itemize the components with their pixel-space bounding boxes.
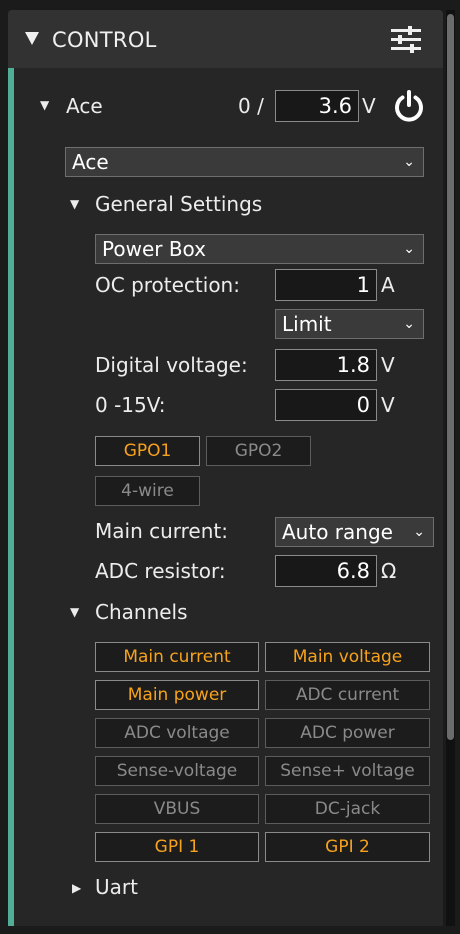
channel-toggle[interactable]: ADC power xyxy=(265,718,430,748)
four-wire-toggle[interactable]: 4-wire xyxy=(95,476,200,506)
mode-select-value: Power Box xyxy=(102,237,207,261)
gpo1-toggle[interactable]: GPO1 xyxy=(95,436,200,466)
digital-voltage-input[interactable]: 1.8 xyxy=(275,349,377,381)
chevron-down-icon: ⌄ xyxy=(403,316,415,332)
oc-mode-select-value: Limit xyxy=(282,312,332,336)
voltage-prefix: 0 / xyxy=(238,94,264,118)
device-expand-icon[interactable]: ▼ xyxy=(40,98,49,112)
channel-toggle[interactable]: VBUS xyxy=(95,794,259,824)
collapse-triangle-icon[interactable] xyxy=(24,30,40,50)
main-current-label: Main current: xyxy=(95,519,228,543)
channel-toggle[interactable]: Sense+ voltage xyxy=(265,756,430,786)
gpo2-toggle[interactable]: GPO2 xyxy=(206,436,311,466)
adc-resistor-unit: Ω xyxy=(381,559,397,583)
power-icon[interactable] xyxy=(392,89,426,127)
main-current-select-value: Auto range xyxy=(282,520,393,544)
device-select[interactable]: Ace ⌄ xyxy=(65,147,424,177)
channel-toggle[interactable]: Main voltage xyxy=(265,642,430,672)
uart-expand-icon[interactable]: ▶ xyxy=(72,881,81,895)
range-voltage-input[interactable]: 0 xyxy=(275,389,377,421)
oc-protection-input[interactable]: 1 xyxy=(275,269,377,301)
mode-select[interactable]: Power Box ⌄ xyxy=(95,234,424,264)
oc-protection-unit: A xyxy=(381,273,395,297)
main-current-select[interactable]: Auto range ⌄ xyxy=(275,517,434,547)
adc-resistor-label: ADC resistor: xyxy=(95,559,226,583)
device-voltage-input[interactable]: 3.6 xyxy=(275,90,359,122)
panel-title: CONTROL xyxy=(52,28,157,52)
scrollbar-thumb[interactable] xyxy=(447,14,454,740)
device-voltage-unit: V xyxy=(362,94,376,118)
channel-toggle[interactable]: Sense-voltage xyxy=(95,756,259,786)
general-settings-expand-icon[interactable]: ▼ xyxy=(70,197,79,211)
device-name: Ace xyxy=(66,94,103,118)
oc-mode-select[interactable]: Limit ⌄ xyxy=(275,309,424,339)
digital-voltage-label: Digital voltage: xyxy=(95,353,248,377)
channel-toggle[interactable]: GPI 1 xyxy=(95,832,259,862)
chevron-down-icon: ⌄ xyxy=(403,241,415,257)
digital-voltage-unit: V xyxy=(381,353,395,377)
channels-expand-icon[interactable]: ▼ xyxy=(70,605,79,619)
accent-bar xyxy=(8,68,14,926)
channel-toggle[interactable]: ADC voltage xyxy=(95,718,259,748)
channel-toggle[interactable]: Main power xyxy=(95,680,259,710)
channel-toggle[interactable]: ADC current xyxy=(265,680,430,710)
device-select-value: Ace xyxy=(72,150,109,174)
channel-toggle[interactable]: DC-jack xyxy=(265,794,430,824)
oc-protection-label: OC protection: xyxy=(95,273,240,297)
range-voltage-label: 0 -15V: xyxy=(95,393,166,417)
channels-title[interactable]: Channels xyxy=(95,600,188,624)
general-settings-title[interactable]: General Settings xyxy=(95,192,262,216)
uart-title[interactable]: Uart xyxy=(95,875,138,899)
channel-toggle[interactable]: GPI 2 xyxy=(265,832,430,862)
sliders-icon[interactable] xyxy=(390,26,422,58)
adc-resistor-input[interactable]: 6.8 xyxy=(275,555,377,587)
chevron-down-icon: ⌄ xyxy=(403,154,415,170)
chevron-down-icon: ⌄ xyxy=(413,524,425,540)
range-voltage-unit: V xyxy=(381,393,395,417)
channel-toggle[interactable]: Main current xyxy=(95,642,259,672)
